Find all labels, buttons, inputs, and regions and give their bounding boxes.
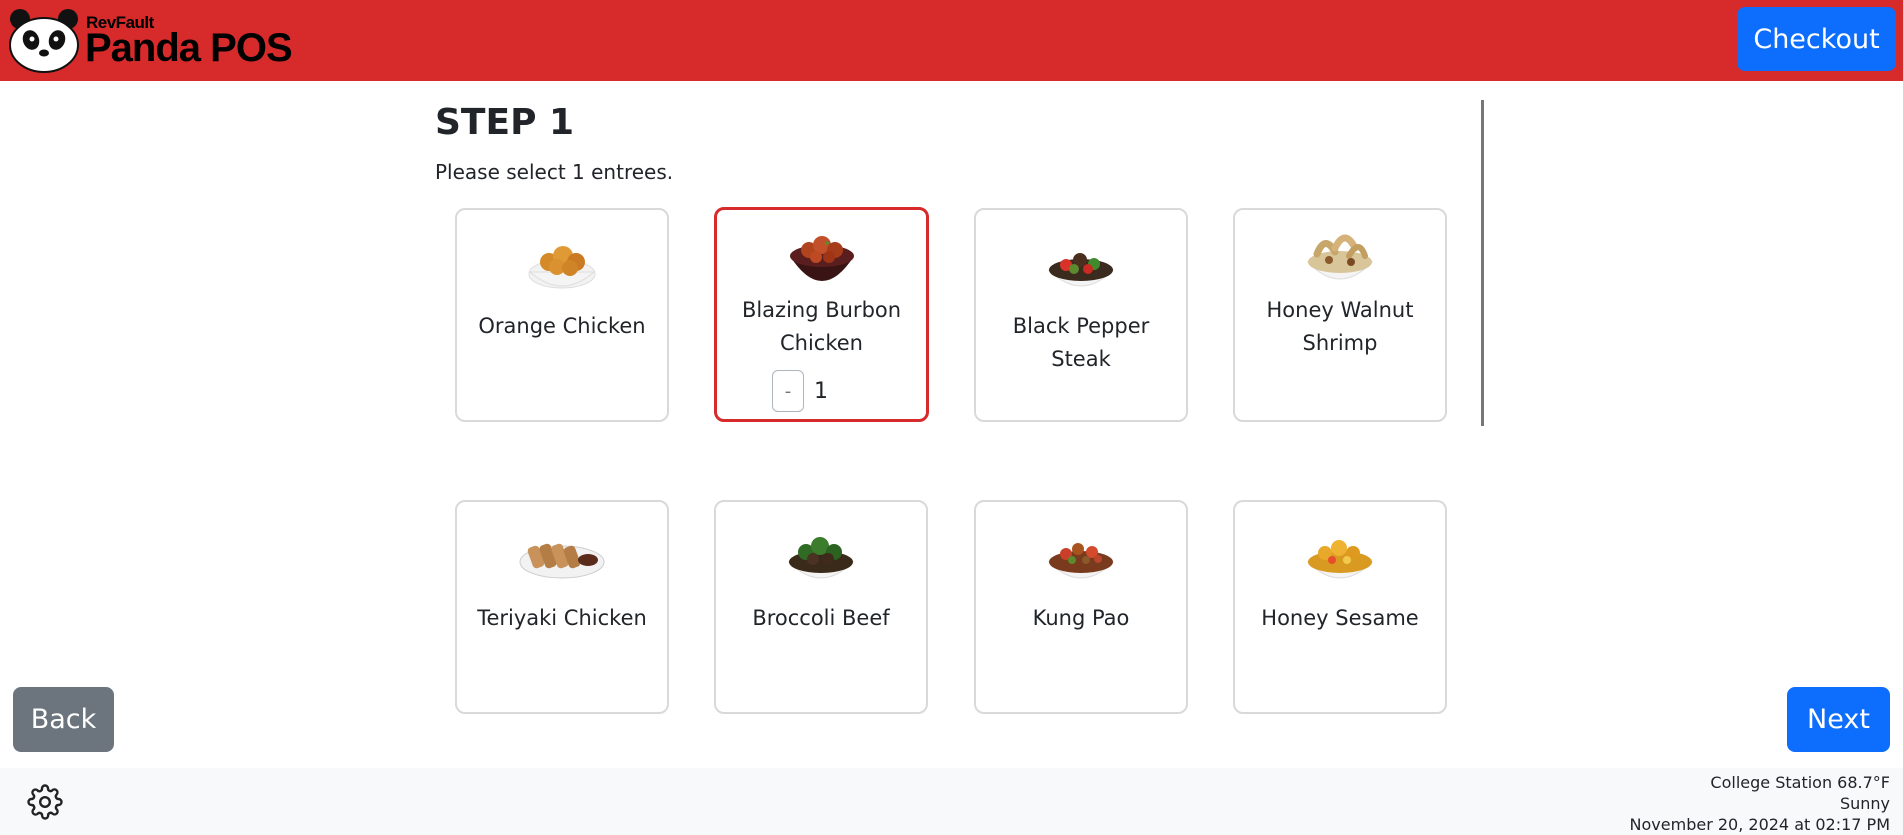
entree-name: Broccoli Beef	[752, 606, 890, 630]
entree-name: Honey Walnut Shrimp	[1266, 298, 1414, 355]
current-datetime: November 20, 2024 at 02:17 PM	[1629, 815, 1890, 834]
entree-name: Kung Pao	[1032, 606, 1130, 630]
entree-card-black-pepper-steak[interactable]: Black Pepper Steak	[974, 208, 1188, 422]
checkout-button[interactable]: Checkout	[1737, 7, 1896, 71]
step-instruction: Please select 1 entrees.	[435, 160, 674, 184]
entree-card-honey-walnut-shrimp[interactable]: Honey Walnut Shrimp	[1233, 208, 1447, 422]
brand-name: Panda POS	[85, 26, 293, 70]
decrease-quantity-button[interactable]: -	[772, 370, 804, 412]
black-pepper-steak-bowl-icon	[1047, 253, 1115, 287]
entree-card-blazing-burbon-chicken[interactable]: Blazing Burbon Chicken - 1	[714, 207, 929, 422]
entree-name: Black Pepper Steak	[1012, 314, 1150, 371]
orange-chicken-bowl-icon	[528, 246, 596, 289]
honey-walnut-shrimp-bowl-icon	[1306, 234, 1374, 280]
next-button[interactable]: Next	[1787, 687, 1890, 752]
quantity-value: 1	[814, 378, 828, 404]
gear-icon[interactable]	[27, 784, 63, 820]
scrollbar[interactable]	[1481, 100, 1484, 426]
panda-logo-icon	[9, 9, 79, 73]
app-logo: RevFault Panda POS	[6, 7, 296, 73]
quantity-control: - 1	[772, 370, 828, 412]
broccoli-beef-bowl-icon	[787, 537, 855, 579]
app-header: RevFault Panda POS Checkout	[0, 0, 1903, 81]
entree-card-orange-chicken[interactable]: Orange Chicken	[455, 208, 669, 422]
honey-sesame-bowl-icon	[1306, 540, 1374, 579]
back-button[interactable]: Back	[13, 687, 114, 752]
kung-pao-bowl-icon	[1047, 543, 1115, 579]
entree-card-broccoli-beef[interactable]: Broccoli Beef	[714, 500, 928, 714]
blazing-burbon-chicken-bowl-icon	[789, 236, 854, 281]
entree-name: Blazing Burbon Chicken	[741, 298, 902, 355]
weather-location-temp: College Station 68.7°F	[1710, 773, 1890, 792]
entree-name: Teriyaki Chicken	[477, 606, 647, 630]
entree-name: Orange Chicken	[478, 314, 646, 338]
entree-card-kung-pao[interactable]: Kung Pao	[974, 500, 1188, 714]
entree-card-teriyaki-chicken[interactable]: Teriyaki Chicken	[455, 500, 669, 714]
entree-name: Honey Sesame	[1261, 606, 1419, 630]
weather-datetime-info: College Station 68.7°F Sunny November 20…	[1630, 772, 1890, 835]
step-title: STEP 1	[435, 102, 575, 143]
entree-card-honey-sesame[interactable]: Honey Sesame	[1233, 500, 1447, 714]
teriyaki-chicken-plate-icon	[519, 543, 605, 579]
status-footer: College Station 68.7°F Sunny November 20…	[0, 768, 1903, 835]
weather-condition: Sunny	[1839, 794, 1890, 813]
